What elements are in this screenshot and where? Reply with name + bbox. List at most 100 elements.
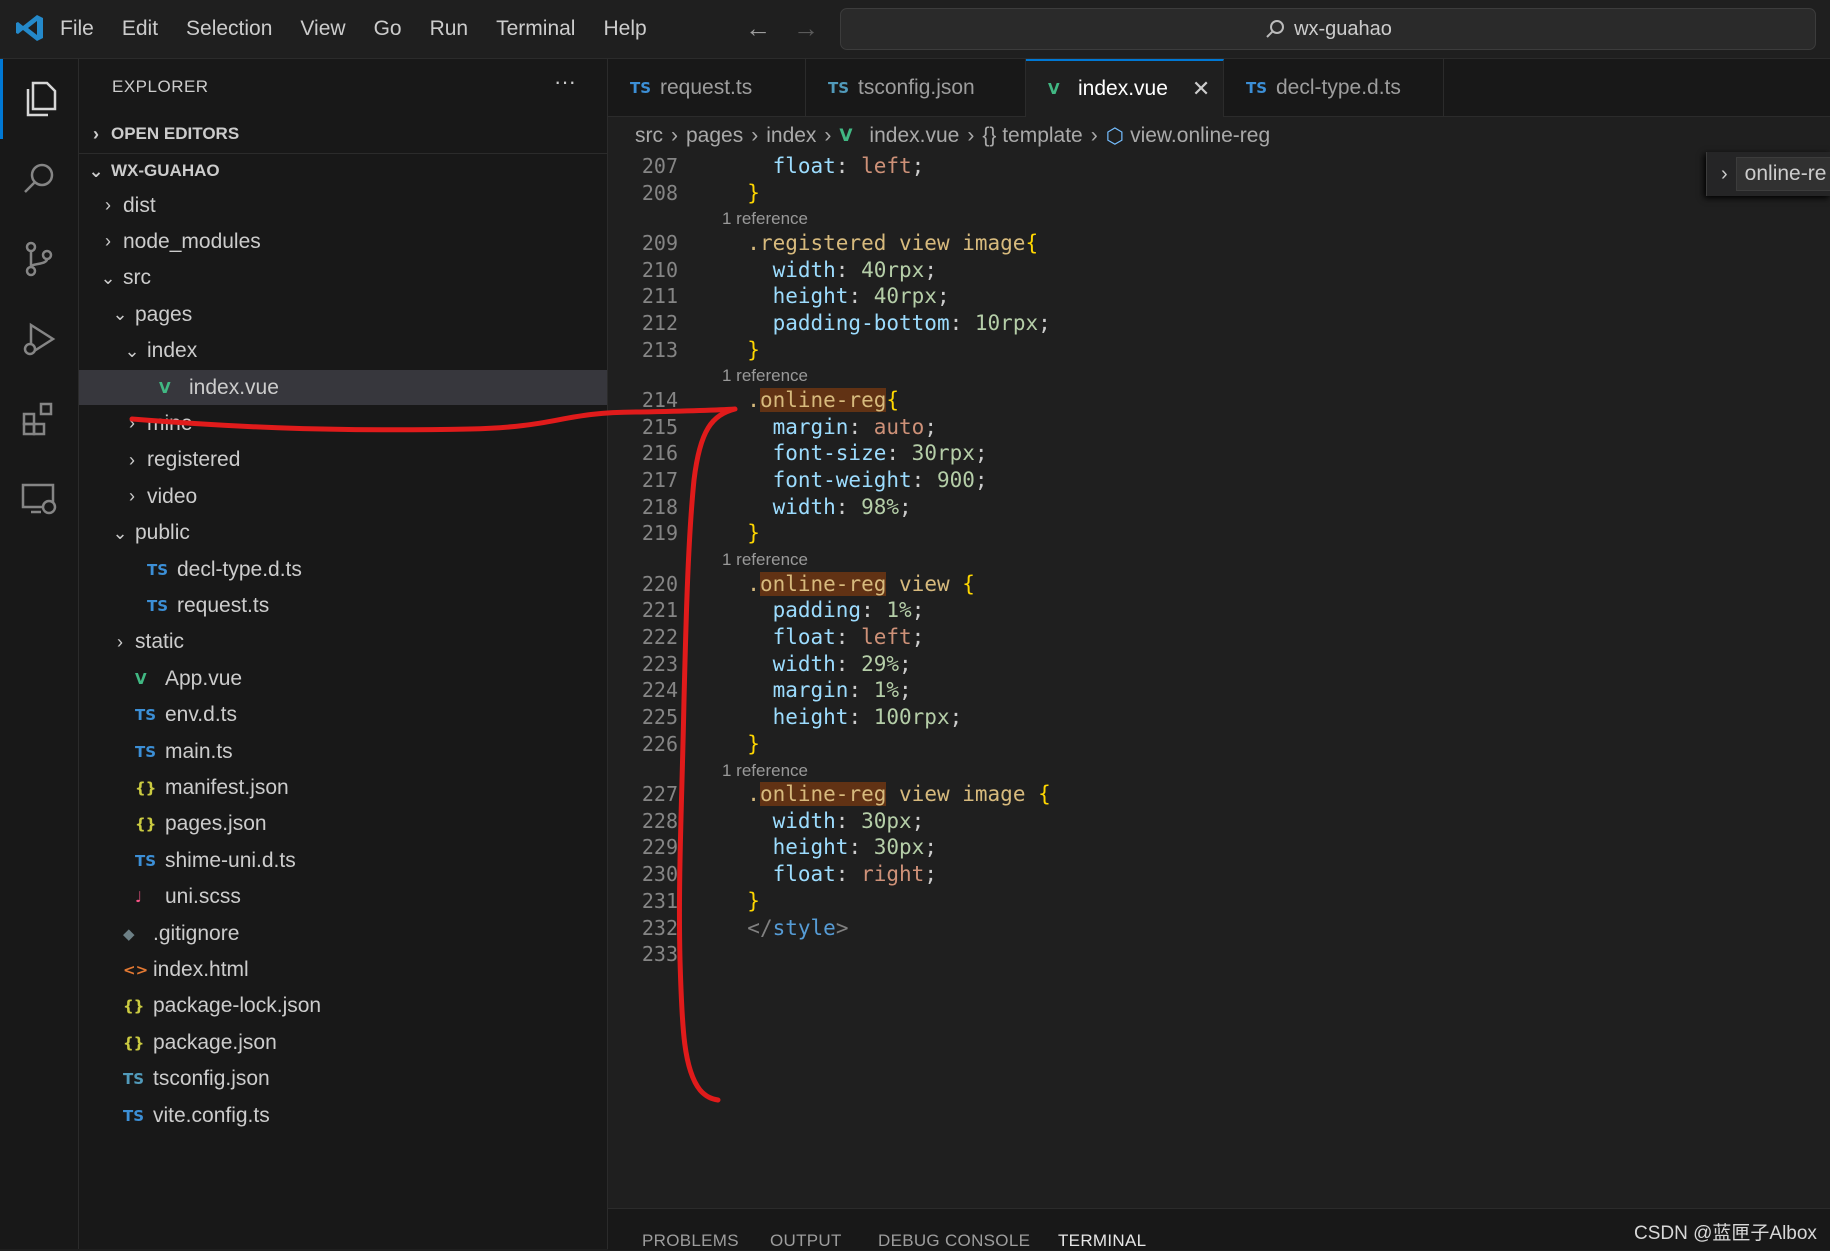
sticky-outline-widget[interactable]: › online-re xyxy=(1706,152,1830,196)
tree-item[interactable]: <> index.html xyxy=(79,952,607,987)
code-line[interactable]: height: 40rpx; xyxy=(722,284,950,308)
tab-tsconfig-json[interactable]: TS tsconfig.json xyxy=(806,59,1026,116)
tree-item[interactable]: TS main.ts xyxy=(79,734,607,769)
code-line[interactable]: } xyxy=(722,521,760,545)
menu-item-selection[interactable]: Selection xyxy=(186,17,272,41)
source-control-icon[interactable] xyxy=(0,219,78,299)
code-line[interactable]: padding: 1%; xyxy=(722,598,925,622)
tree-item[interactable]: TS tsconfig.json xyxy=(79,1062,607,1097)
line-number: 212 xyxy=(641,311,678,335)
breadcrumb-item[interactable]: {} template xyxy=(982,124,1082,148)
project-section[interactable]: ⌄ WX-GUAHAO xyxy=(79,153,607,188)
more-actions-icon[interactable]: ··· xyxy=(554,69,576,95)
tree-item[interactable]: {} package.json xyxy=(79,1025,607,1060)
vue-file-icon: V xyxy=(159,378,171,397)
code-line[interactable]: .registered view image{ xyxy=(722,231,1038,255)
tree-item[interactable]: › dist xyxy=(79,188,607,223)
tree-item[interactable]: › video xyxy=(79,479,607,514)
code-lens-reference[interactable]: 1 reference xyxy=(722,366,808,386)
code-line[interactable]: .online-reg view { xyxy=(722,571,975,596)
code-line[interactable]: margin: auto; xyxy=(722,415,937,439)
panel-tab-problems[interactable]: PROBLEMS xyxy=(642,1231,739,1251)
tab-request-ts[interactable]: TS request.ts xyxy=(608,59,806,116)
tree-item[interactable]: {} manifest.json xyxy=(79,770,607,805)
tree-item[interactable]: › mine xyxy=(79,406,607,441)
code-line[interactable]: width: 30px; xyxy=(722,809,925,833)
breadcrumb-item[interactable]: index xyxy=(766,124,816,148)
extensions-icon[interactable] xyxy=(0,379,78,459)
tree-item[interactable]: ⌄ index xyxy=(79,334,607,369)
panel-tab-output[interactable]: OUTPUT xyxy=(770,1231,842,1251)
menu-item-edit[interactable]: Edit xyxy=(122,17,158,41)
remote-explorer-icon[interactable] xyxy=(0,459,78,539)
code-line[interactable]: float: right; xyxy=(722,862,937,886)
tree-item[interactable]: ⌄ src xyxy=(79,261,607,296)
tab-index-vue[interactable]: Vindex.vue ✕ xyxy=(1026,59,1224,117)
tree-item[interactable]: ◆ .gitignore xyxy=(79,916,607,951)
code-lens-reference[interactable]: 1 reference xyxy=(722,550,808,570)
open-editors-section[interactable]: › OPEN EDITORS xyxy=(79,117,607,151)
code-line[interactable]: height: 100rpx; xyxy=(722,705,963,729)
tree-item[interactable]: ⌄ pages xyxy=(79,297,607,332)
code-line[interactable]: } xyxy=(722,889,760,913)
breadcrumb-item[interactable]: index.vue xyxy=(869,124,959,148)
breadcrumb-item[interactable]: src xyxy=(635,124,663,148)
code-line[interactable]: float: left; xyxy=(722,154,925,178)
code-line[interactable]: font-size: 30rpx; xyxy=(722,441,988,465)
code-line[interactable]: padding-bottom: 10rpx; xyxy=(722,311,1051,335)
tree-item[interactable]: {} package-lock.json xyxy=(79,989,607,1024)
back-arrow-icon[interactable]: ← xyxy=(745,14,771,42)
forward-arrow-icon[interactable]: → xyxy=(793,14,819,42)
code-line[interactable]: width: 40rpx; xyxy=(722,258,937,282)
tree-item[interactable]: TS vite.config.ts xyxy=(79,1098,607,1133)
tree-item[interactable]: TS env.d.ts xyxy=(79,698,607,733)
code-line[interactable]: .online-reg{ xyxy=(722,387,899,412)
code-line[interactable]: height: 30px; xyxy=(722,835,937,859)
tree-item[interactable]: ⌄ public xyxy=(79,516,607,551)
tree-item[interactable]: › node_modules xyxy=(79,224,607,259)
code-line[interactable]: width: 98%; xyxy=(722,495,912,519)
code-line[interactable]: } xyxy=(722,338,760,362)
breadcrumb-item[interactable]: view.online-reg xyxy=(1130,124,1270,148)
code-line[interactable]: } xyxy=(722,181,760,205)
line-number: 229 xyxy=(641,835,678,860)
search-icon[interactable] xyxy=(0,139,78,219)
tab-decl-type-d-ts[interactable]: TS decl-type.d.ts xyxy=(1224,59,1444,116)
code-lens-reference[interactable]: 1 reference xyxy=(722,209,808,229)
code-line[interactable]: .online-reg view image { xyxy=(722,782,1051,806)
tree-item[interactable]: {} pages.json xyxy=(79,807,607,842)
breadcrumb-item[interactable]: pages xyxy=(686,124,743,148)
line-number: 217 xyxy=(641,468,678,492)
code-line[interactable]: float: left; xyxy=(722,625,925,649)
code-line[interactable]: </style> xyxy=(722,916,848,940)
menu-item-help[interactable]: Help xyxy=(603,17,646,41)
tree-item[interactable]: TS shime-uni.d.ts xyxy=(79,843,607,878)
menu-item-run[interactable]: Run xyxy=(430,17,469,41)
code-editor[interactable]: 207 float: left; 208 } 1 reference 209 .reg… xyxy=(608,154,1830,1206)
tree-item[interactable]: V App.vue xyxy=(79,661,607,696)
explorer-icon[interactable] xyxy=(0,59,78,139)
tree-item[interactable]: › static xyxy=(79,625,607,660)
menu-item-go[interactable]: Go xyxy=(374,17,402,41)
tree-item[interactable]: TS decl-type.d.ts xyxy=(79,552,607,587)
code-line[interactable]: margin: 1%; xyxy=(722,678,912,702)
code-token: 30rpx xyxy=(911,441,975,466)
menu-item-file[interactable]: File xyxy=(60,17,94,41)
menu-item-terminal[interactable]: Terminal xyxy=(496,17,575,41)
menu-item-view[interactable]: View xyxy=(300,17,345,41)
tree-item[interactable]: › registered xyxy=(79,443,607,478)
tree-item[interactable]: ♩ uni.scss xyxy=(79,880,607,915)
panel-tab-terminal[interactable]: TERMINAL xyxy=(1058,1231,1146,1251)
tree-item[interactable]: Vindex.vue xyxy=(79,370,607,405)
panel-tab-debug-console[interactable]: DEBUG CONSOLE xyxy=(878,1231,1030,1251)
command-center-search[interactable]: wx-guahao xyxy=(840,8,1816,50)
close-icon[interactable]: ✕ xyxy=(1192,76,1210,102)
tree-item[interactable]: TS request.ts xyxy=(79,588,607,623)
code-lens-reference[interactable]: 1 reference xyxy=(722,761,808,781)
run-debug-icon[interactable] xyxy=(0,299,78,379)
code-line[interactable]: width: 29%; xyxy=(722,652,912,676)
code-line[interactable]: } xyxy=(722,732,760,756)
code-line[interactable]: font-weight: 900; xyxy=(722,468,988,492)
